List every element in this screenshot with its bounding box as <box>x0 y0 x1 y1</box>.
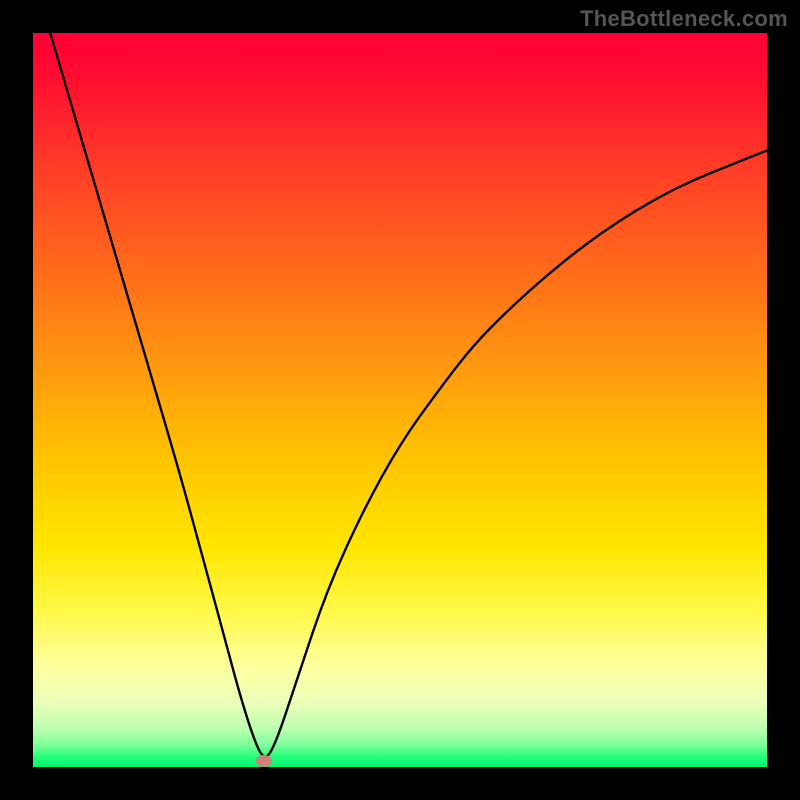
bottleneck-curve <box>33 33 767 756</box>
watermark-text: TheBottleneck.com <box>580 6 788 32</box>
minimum-marker <box>256 755 272 767</box>
chart-frame: TheBottleneck.com <box>0 0 800 800</box>
plot-area <box>33 33 767 767</box>
curve-layer <box>33 33 767 767</box>
